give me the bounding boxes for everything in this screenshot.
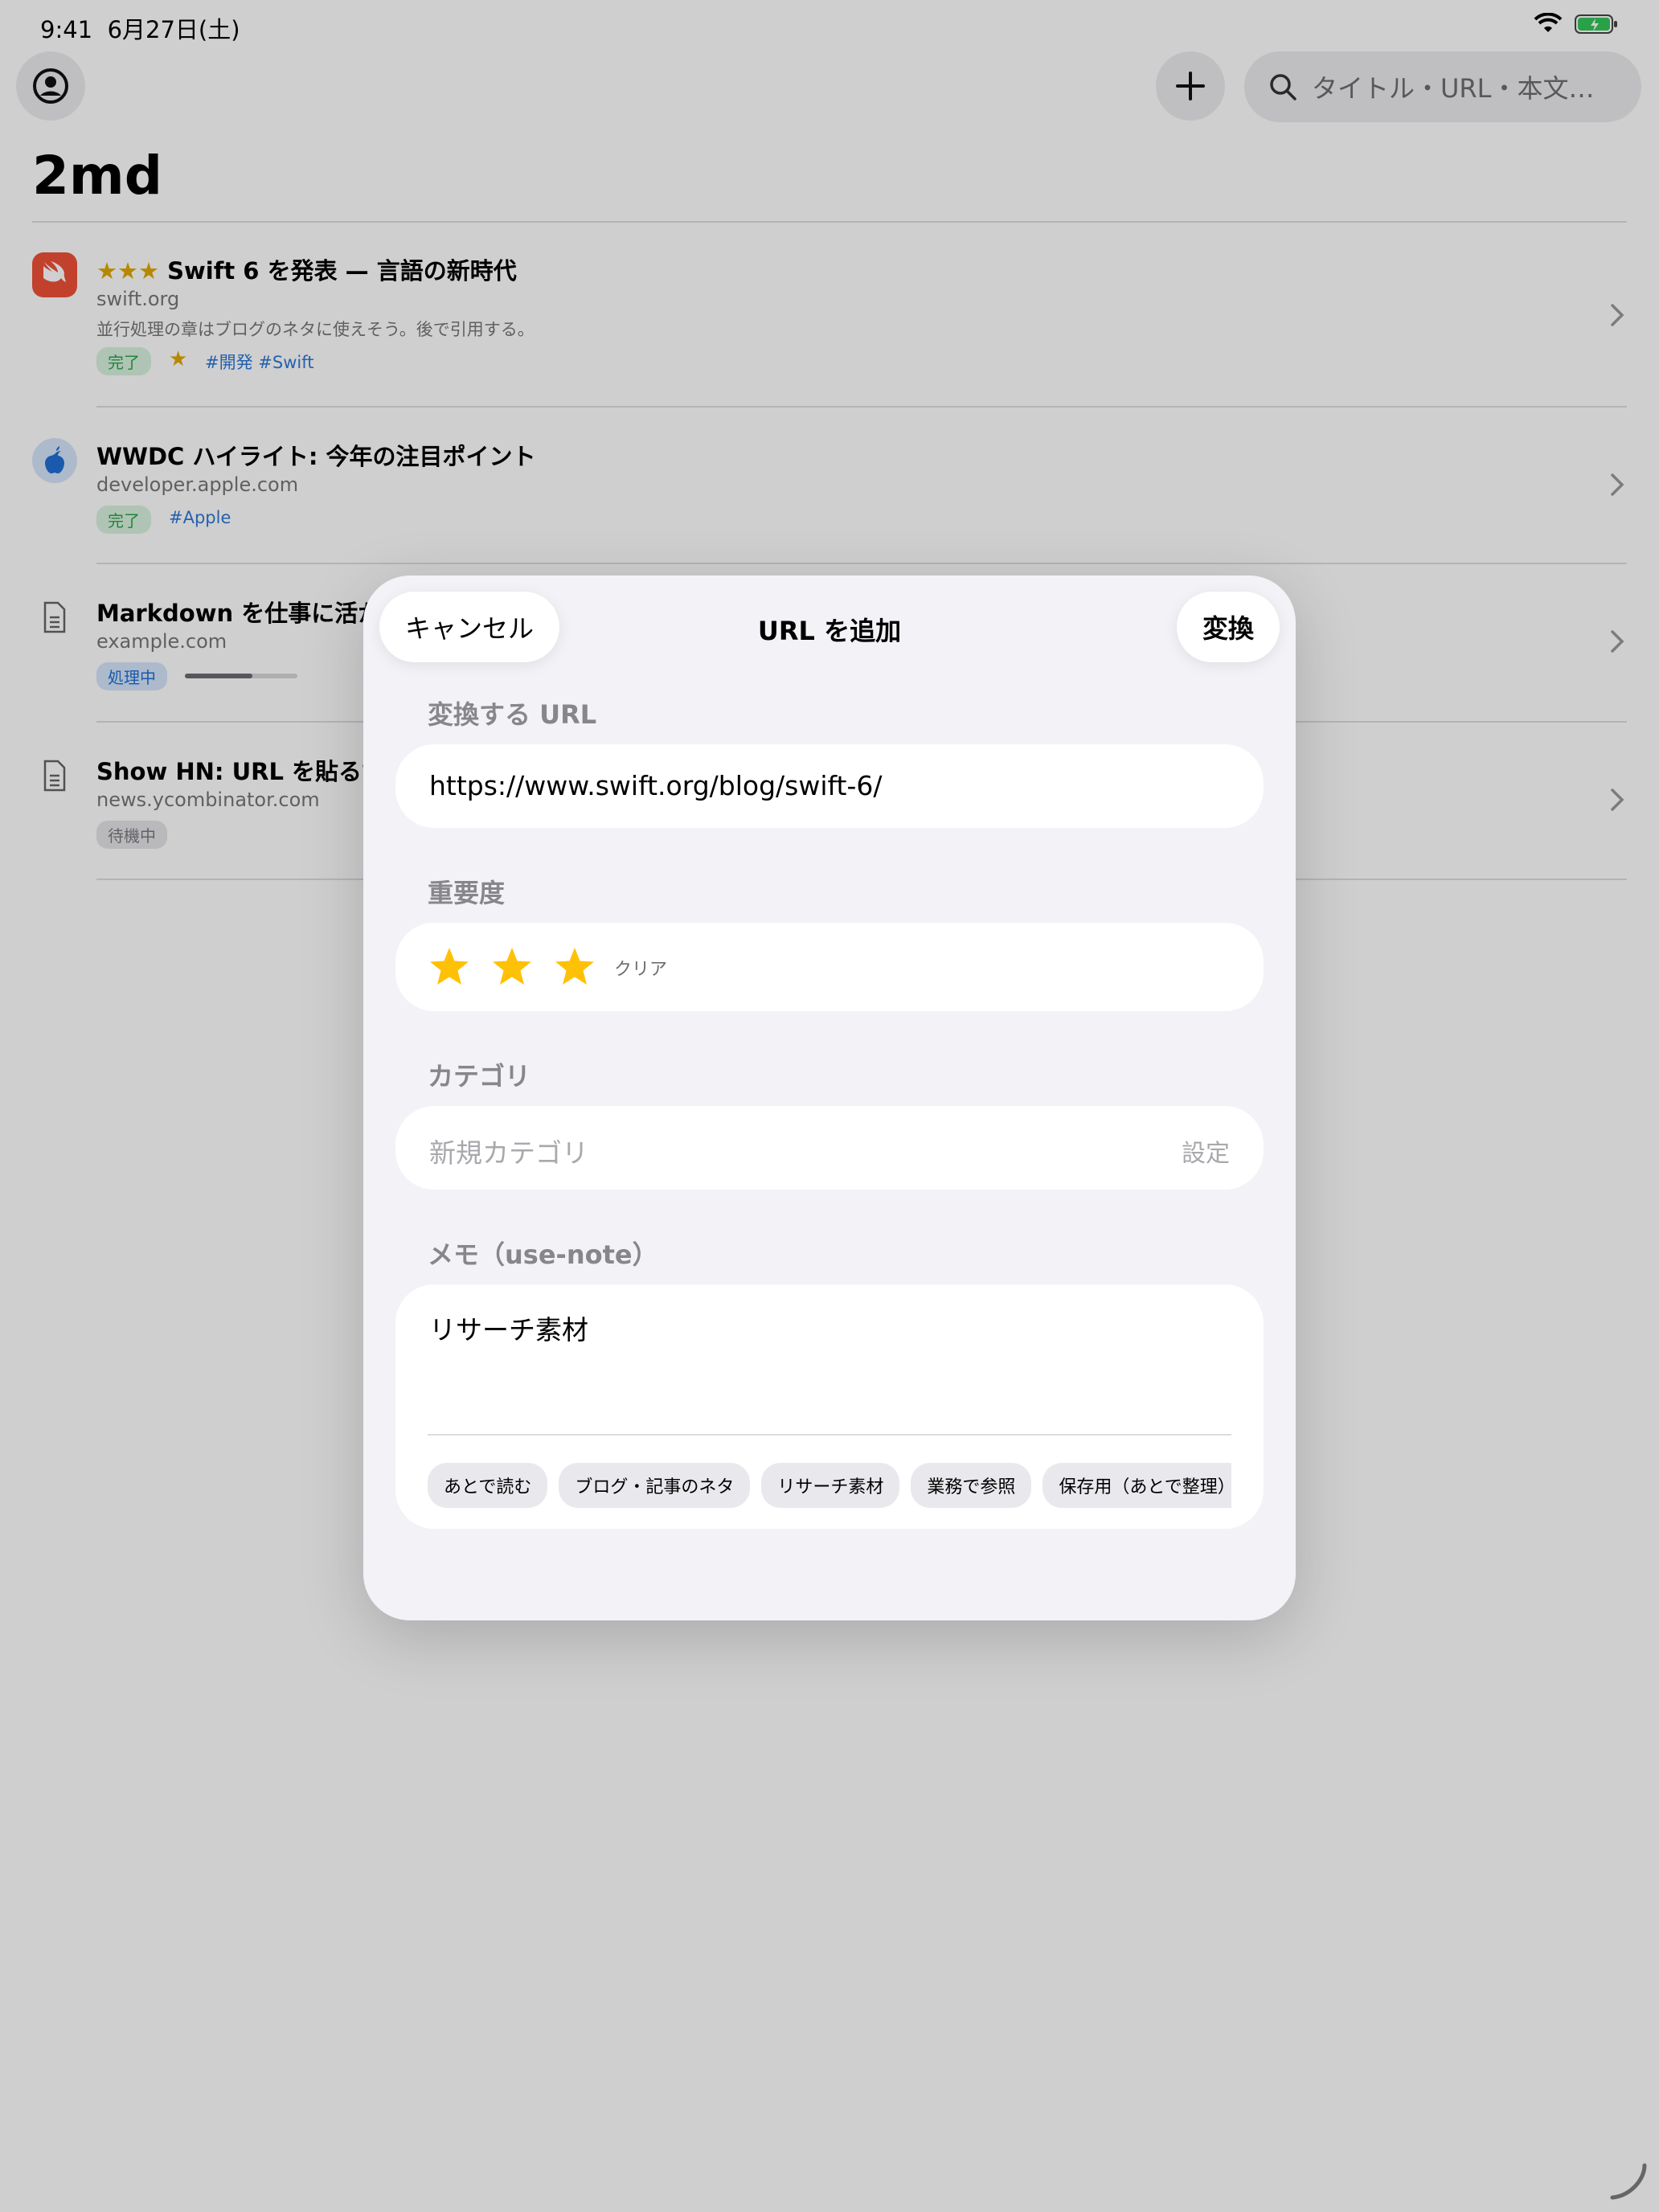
sheet-title: URL を追加 (757, 616, 902, 646)
memo-chip[interactable]: ブログ・記事のネタ (559, 1463, 751, 1508)
memo-suggestion-chips: あとで読む ブログ・記事のネタ リサーチ素材 業務で参照 保存用（あとで整理） (428, 1463, 1231, 1508)
memo-input-value: リサーチ素材 (429, 1314, 588, 1346)
category-placeholder: 新規カテゴリ (429, 1137, 588, 1169)
url-input-value: https://www.swift.org/blog/swift-6/ (429, 770, 883, 801)
star-icon[interactable] (428, 945, 471, 989)
add-url-sheet: キャンセル URL を追加 変換 変換する URL https://www.sw… (363, 576, 1296, 1620)
star-rating[interactable] (428, 945, 596, 989)
url-field[interactable]: https://www.swift.org/blog/swift-6/ (395, 744, 1264, 828)
memo-chip[interactable]: 業務で参照 (911, 1463, 1032, 1508)
memo-divider (428, 1434, 1231, 1436)
convert-button[interactable]: 変換 (1177, 592, 1280, 662)
corner-resize-handle-icon[interactable] (1608, 2161, 1648, 2201)
importance-field: クリア (395, 923, 1264, 1011)
category-field[interactable]: 新規カテゴリ 設定 (395, 1106, 1264, 1190)
url-section-label: 変換する URL (428, 699, 597, 730)
category-set-button[interactable]: 設定 (1182, 1133, 1230, 1169)
category-section-label: カテゴリ (428, 1061, 531, 1092)
star-icon[interactable] (553, 945, 596, 989)
clear-button[interactable]: クリア (614, 955, 667, 981)
memo-section-label: メモ（use-note） (428, 1239, 658, 1270)
memo-chip[interactable]: あとで読む (428, 1463, 548, 1508)
memo-chip[interactable]: 保存用（あとで整理） (1043, 1463, 1231, 1508)
memo-chip[interactable]: リサーチ素材 (761, 1463, 900, 1508)
star-icon[interactable] (490, 945, 534, 989)
memo-field[interactable]: リサーチ素材 あとで読む ブログ・記事のネタ リサーチ素材 業務で参照 保存用（あとで整… (395, 1284, 1264, 1529)
importance-section-label: 重要度 (428, 878, 506, 908)
